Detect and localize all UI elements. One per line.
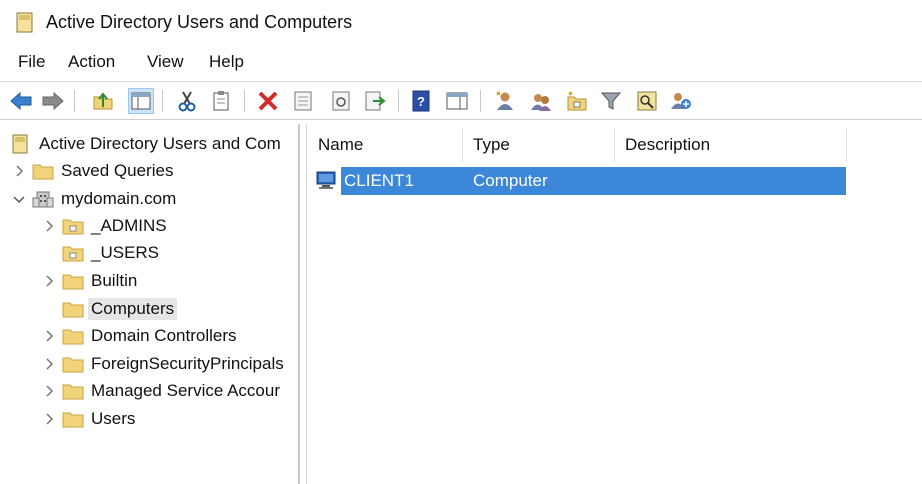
table-row[interactable] [341,167,846,195]
tree-root-label: Active Directory Users and Com [39,134,281,153]
toolbar-separator [480,90,481,112]
tree-item-label: ForeignSecurityPrincipals [91,354,284,373]
column-divider[interactable] [846,128,847,162]
tree-item-label: Builtin [91,271,138,290]
tree-item-foreign-security-principals[interactable]: ForeignSecurityPrincipals [42,351,284,377]
toolbar-separator [244,90,245,112]
title-bar: Active Directory Users and Computers [0,0,922,44]
console-tree[interactable]: Active Directory Users and Com Saved Que… [0,124,300,484]
new-group-icon[interactable] [528,88,554,114]
tree-item-domain-controllers[interactable]: Domain Controllers [42,323,237,349]
tree-item-label: Computers [88,298,178,320]
snapin-icon [10,134,32,154]
menu-bar: File Action View Help [0,48,922,78]
new-user-icon[interactable] [492,88,518,114]
folder-icon [62,410,84,428]
computer-icon [316,171,336,189]
tree-item-computers[interactable]: Computers [42,296,178,322]
tree-item-domain[interactable]: mydomain.com [12,186,176,212]
folder-icon [62,355,84,373]
domain-icon [32,190,54,208]
toolbar-separator-line [0,119,922,120]
folder-icon [62,272,84,290]
ou-folder-icon [62,217,84,235]
tree-item-label: Saved Queries [61,161,174,180]
svg-text:?: ? [417,94,425,109]
copy-icon[interactable] [208,88,234,114]
cut-icon[interactable] [174,88,200,114]
menu-view[interactable]: View [145,52,186,72]
column-header-type[interactable]: Type [462,128,614,162]
ou-folder-icon [62,327,84,345]
new-ou-icon[interactable] [564,88,590,114]
tree-item-label: Managed Service Accour [91,381,280,400]
forward-icon[interactable] [40,88,66,114]
folder-icon [62,300,84,318]
properties-icon[interactable] [290,88,316,114]
delete-icon[interactable] [255,88,281,114]
ou-folder-icon [62,244,84,262]
chevron-right-icon[interactable] [42,329,56,343]
tree-item-label: _USERS [91,243,160,262]
window-title: Active Directory Users and Computers [46,12,353,32]
tree-item-label: Domain Controllers [91,326,237,345]
tree-item-users-ou[interactable]: _USERS [42,240,159,266]
toolbar-separator [74,90,75,112]
toolbar-separator [162,90,163,112]
chevron-right-icon[interactable] [42,384,56,398]
row-name-cell[interactable]: CLIENT1 [344,171,414,191]
menu-separator [0,81,922,82]
refresh-icon[interactable] [328,88,354,114]
menu-help[interactable]: Help [207,52,246,72]
column-header-description[interactable]: Description [614,128,846,162]
column-header-name[interactable]: Name [307,128,462,162]
filter-icon[interactable] [598,88,624,114]
menu-action[interactable]: Action [66,52,117,72]
add-to-group-icon[interactable] [668,88,694,114]
toolbar-separator [398,90,399,112]
results-list[interactable]: Name Type Description CLIENT1 Computer [306,124,922,484]
menu-file[interactable]: File [16,52,47,72]
toolbar: ? [0,84,922,118]
folder-icon [32,162,54,180]
help-icon[interactable]: ? [408,88,434,114]
back-icon[interactable] [8,88,34,114]
chevron-right-icon[interactable] [42,412,56,426]
up-folder-icon[interactable] [90,88,116,114]
chevron-down-icon[interactable] [12,192,26,206]
find-icon[interactable] [634,88,660,114]
tree-item-builtin[interactable]: Builtin [42,268,137,294]
show-hide-console-tree-icon[interactable] [128,88,154,114]
chevron-right-icon[interactable] [12,164,26,178]
folder-icon [62,382,84,400]
tree-item-admins[interactable]: _ADMINS [42,213,167,239]
row-type-cell[interactable]: Computer [473,171,548,191]
tree-item-saved-queries[interactable]: Saved Queries [12,158,173,184]
tree-item-label: mydomain.com [61,189,177,208]
tree-item-managed-service-accounts[interactable]: Managed Service Accour [42,378,280,404]
chevron-right-icon[interactable] [42,274,56,288]
chevron-right-icon[interactable] [42,219,56,233]
export-list-icon[interactable] [362,88,388,114]
tree-root[interactable]: Active Directory Users and Com [10,131,281,157]
show-action-pane-icon[interactable] [444,88,470,114]
tree-item-label: Users [91,409,136,428]
tree-item-label: _ADMINS [91,216,167,235]
tree-item-users[interactable]: Users [42,406,135,432]
app-icon [16,12,33,33]
chevron-right-icon[interactable] [42,357,56,371]
